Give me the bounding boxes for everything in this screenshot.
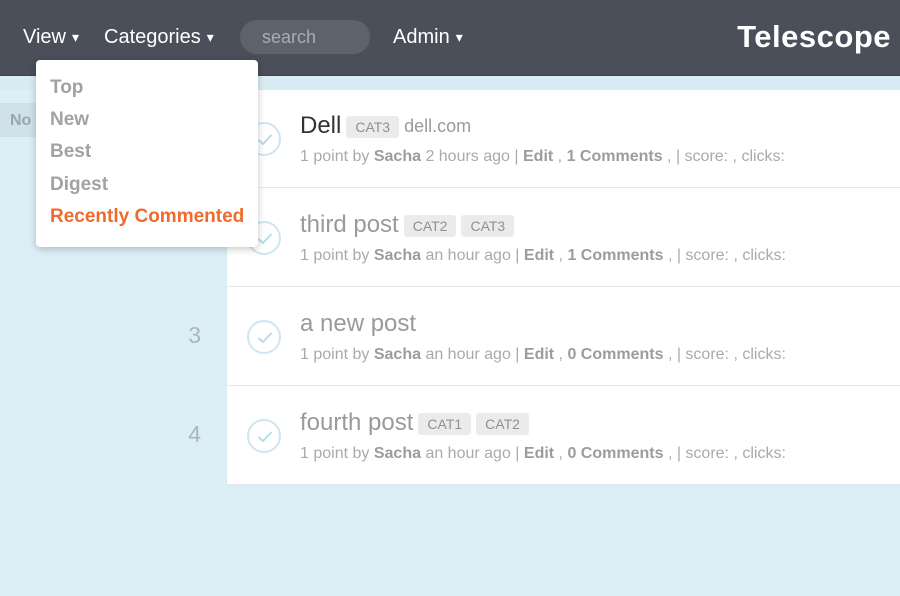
post-author[interactable]: Sacha: [374, 148, 421, 165]
post-author[interactable]: Sacha: [374, 445, 421, 462]
post-author[interactable]: Sacha: [374, 247, 421, 264]
comments-link[interactable]: 0 Comments: [567, 445, 663, 462]
category-tag[interactable]: CAT1: [418, 413, 472, 435]
view-label: View: [23, 26, 66, 48]
post-time: an hour ago: [425, 346, 511, 363]
post-time: an hour ago: [425, 445, 511, 462]
post-title-line: fourth post CAT1 CAT2: [300, 409, 529, 437]
post-title[interactable]: fourth post: [300, 409, 413, 436]
post-title[interactable]: Dell: [300, 112, 341, 139]
post-time: 2 hours ago: [425, 148, 510, 165]
view-menu-item[interactable]: New: [50, 109, 89, 131]
post-item: 1DellCAT3dell.com1 point by Sacha 2 hour…: [227, 90, 900, 188]
post-domain[interactable]: dell.com: [404, 116, 471, 136]
admin-label: Admin: [393, 26, 450, 48]
view-menu-item[interactable]: Best: [50, 141, 91, 163]
categories-label: Categories: [104, 26, 201, 48]
post-rank: 3: [188, 322, 201, 348]
post-title-line: Dell CAT3 dell.com: [300, 112, 471, 140]
edit-link[interactable]: Edit: [524, 247, 554, 264]
category-tag[interactable]: CAT3: [346, 116, 400, 138]
post-meta: 1 point by Sacha an hour ago | Edit , 0 …: [300, 346, 786, 363]
post-meta: 1 point by Sacha an hour ago | Edit , 1 …: [300, 247, 786, 264]
admin-menu-toggle[interactable]: Admin ▾: [393, 24, 463, 50]
post-meta: 1 point by Sacha 2 hours ago | Edit , 1 …: [300, 148, 785, 165]
post-score: , | score: , clicks:: [667, 247, 786, 264]
caret-down-icon: ▾: [206, 29, 214, 45]
post-points: 1 point by: [300, 148, 370, 165]
post-points: 1 point by: [300, 346, 370, 363]
view-menu-item[interactable]: Top: [50, 77, 83, 99]
view-menu-item[interactable]: Recently Commented: [50, 206, 244, 228]
search-input[interactable]: [240, 20, 370, 54]
caret-down-icon: ▾: [72, 29, 80, 45]
comments-link[interactable]: 0 Comments: [567, 346, 663, 363]
post-score: , | score: , clicks:: [667, 346, 786, 363]
post-title-line: third post CAT2 CAT3: [300, 211, 515, 239]
upvote-button[interactable]: [247, 320, 281, 354]
post-score: , | score: , clicks:: [667, 148, 785, 165]
view-dropdown-menu: Top New Best Digest Recently Commented: [36, 60, 258, 247]
side-tab[interactable]: No: [0, 103, 38, 137]
brand-logo[interactable]: Telescope: [737, 19, 891, 55]
post-title[interactable]: third post: [300, 211, 399, 238]
view-menu-item[interactable]: Digest: [50, 174, 108, 196]
post-score: , | score: , clicks:: [667, 445, 786, 462]
post-points: 1 point by: [300, 247, 370, 264]
view-menu-toggle[interactable]: View ▾: [23, 24, 79, 50]
category-tag[interactable]: CAT3: [461, 215, 515, 237]
post-list: 1DellCAT3dell.com1 point by Sacha 2 hour…: [188, 90, 900, 485]
category-tag[interactable]: CAT2: [403, 215, 457, 237]
edit-link[interactable]: Edit: [524, 346, 554, 363]
post-points: 1 point by: [300, 445, 370, 462]
post-time: an hour ago: [425, 247, 511, 264]
upvote-button[interactable]: [247, 419, 281, 453]
post-meta: 1 point by Sacha an hour ago | Edit , 0 …: [300, 445, 786, 462]
post-item: 2third postCAT2CAT31 point by Sacha an h…: [227, 189, 900, 287]
post-item: 3 a new post 1 point by Sacha an hour ago …: [188, 288, 900, 386]
comments-link[interactable]: 1 Comments: [567, 148, 663, 165]
caret-down-icon: ▾: [455, 29, 463, 45]
post-title[interactable]: a new post: [300, 310, 416, 337]
post-author[interactable]: Sacha: [374, 346, 421, 363]
post-item: 4 fourth post CAT1 CAT2 1 point by Sacha an …: [188, 387, 900, 485]
post-title-line: a new post: [300, 310, 416, 338]
edit-link[interactable]: Edit: [524, 445, 554, 462]
post-rank: 4: [188, 421, 201, 447]
categories-menu-toggle[interactable]: Categories ▾: [104, 24, 214, 50]
category-tag[interactable]: CAT2: [476, 413, 529, 435]
comments-link[interactable]: 1 Comments: [567, 247, 663, 264]
edit-link[interactable]: Edit: [523, 148, 553, 165]
